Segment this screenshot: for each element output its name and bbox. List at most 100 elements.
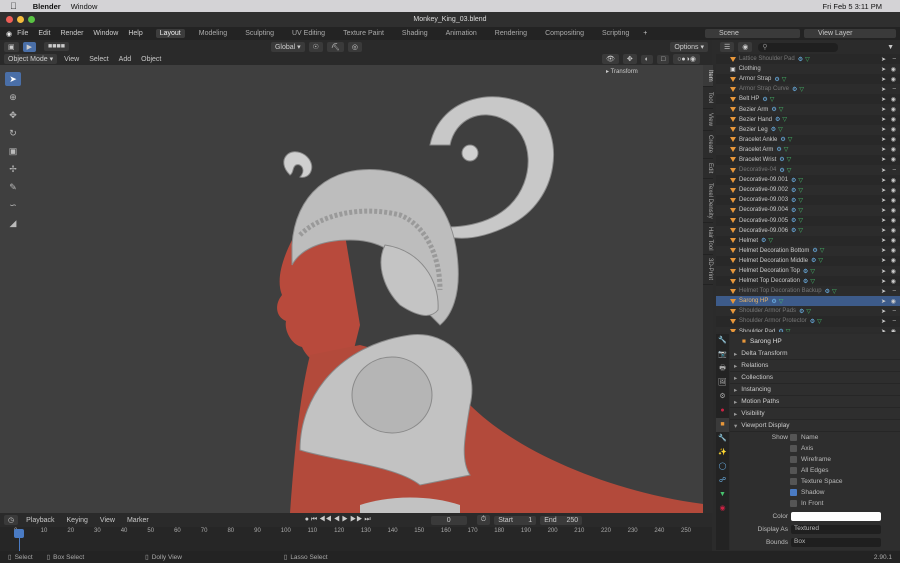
- modifier-icon[interactable]: ⚙: [791, 217, 796, 224]
- scene-properties-icon[interactable]: ⚙: [716, 390, 729, 404]
- viewport-menu-add[interactable]: Add: [119, 56, 131, 63]
- tab-texel-density[interactable]: Texel Density: [703, 179, 713, 223]
- current-frame-field[interactable]: 0: [430, 515, 467, 525]
- modifier-icon[interactable]: ⚙: [776, 146, 781, 153]
- mesh-data-icon[interactable]: ▽: [779, 106, 784, 113]
- tab-view[interactable]: View: [703, 109, 713, 131]
- visibility-eye-icon[interactable]: ◉: [891, 237, 896, 244]
- properties-section[interactable]: ▸ Delta Transform: [730, 348, 900, 360]
- properties-section[interactable]: ▸ Instancing: [730, 384, 900, 396]
- outliner-editor-type-icon[interactable]: ☰: [720, 42, 735, 52]
- modifier-icon[interactable]: ⚙: [771, 106, 776, 113]
- mesh-data-icon[interactable]: ▽: [786, 328, 791, 332]
- visibility-eye-icon[interactable]: ◉: [891, 278, 896, 285]
- tab-animation[interactable]: Animation: [442, 29, 481, 38]
- xray-icon[interactable]: □: [656, 54, 670, 64]
- modifier-icon[interactable]: ⚙: [778, 328, 783, 332]
- selectable-icon[interactable]: ➤: [881, 156, 886, 163]
- mesh-data-icon[interactable]: ▽: [782, 76, 787, 83]
- view-layer-properties-icon[interactable]: 🖼: [716, 376, 729, 390]
- visibility-eye-icon[interactable]: –: [893, 318, 896, 324]
- checkbox[interactable]: [790, 445, 797, 452]
- object-mode-dropdown[interactable]: Object Mode ▾: [4, 54, 58, 64]
- render-properties-icon[interactable]: 📷: [716, 348, 729, 362]
- data-properties-icon[interactable]: ▼: [716, 488, 729, 502]
- object-name-field[interactable]: ■ Sarong HP: [730, 334, 900, 348]
- selectable-icon[interactable]: ➤: [881, 76, 886, 83]
- mesh-data-icon[interactable]: ▽: [779, 298, 784, 305]
- checkbox[interactable]: [790, 478, 797, 485]
- modifier-icon[interactable]: ⚙: [803, 268, 808, 275]
- mesh-data-icon[interactable]: ▽: [810, 268, 815, 275]
- outliner-row[interactable]: ▣ Clothing ➤ ◉: [716, 64, 900, 75]
- viewport-menu-object[interactable]: Object: [141, 56, 161, 63]
- tab-item[interactable]: Item: [703, 65, 713, 87]
- tab-create[interactable]: Create: [703, 131, 713, 159]
- viewport-display-option[interactable]: Texture Space: [790, 476, 900, 487]
- 3d-viewport[interactable]: ▸ Transform: [0, 65, 712, 513]
- mesh-data-icon[interactable]: ▽: [798, 187, 803, 194]
- pivot-point-icon[interactable]: ☉: [308, 41, 323, 52]
- outliner-row[interactable]: Decorative-09.001 ⚙ ▽ ➤ ◉: [716, 175, 900, 185]
- properties-section[interactable]: ▾ Viewport Display: [730, 420, 900, 432]
- tab-3d-print[interactable]: 3D-Print: [703, 255, 713, 285]
- outliner-row[interactable]: Decorative-04 ⚙ ▽ ➤ –: [716, 165, 900, 176]
- outliner-row[interactable]: Shoulder Armor Protector ⚙ ▽ ➤ –: [716, 316, 900, 326]
- mesh-data-icon[interactable]: ▽: [788, 136, 793, 143]
- outliner-row[interactable]: Bezier Hand ⚙ ▽ ➤ ◉: [716, 115, 900, 125]
- visibility-eye-icon[interactable]: ◉: [891, 328, 896, 332]
- outliner-row[interactable]: Helmet ⚙ ▽ ➤ ◉: [716, 236, 900, 246]
- annotate-tool-icon[interactable]: ∽: [5, 198, 21, 212]
- timeline-editor-icon[interactable]: ◷: [4, 515, 19, 525]
- mesh-data-icon[interactable]: ▽: [787, 167, 792, 174]
- blender-logo-icon[interactable]: ◉: [6, 30, 12, 38]
- outliner-row[interactable]: Helmet Top Decoration ⚙ ▽ ➤ ◉: [716, 276, 900, 286]
- mesh-data-icon[interactable]: ▽: [817, 318, 822, 325]
- tab-edit[interactable]: Edit: [703, 159, 713, 179]
- color-swatch[interactable]: [791, 512, 881, 521]
- outliner-row[interactable]: Armor Strap Curve ⚙ ▽ ➤ –: [716, 84, 900, 95]
- checkbox[interactable]: [790, 500, 797, 507]
- modifier-icon[interactable]: ⚙: [762, 96, 767, 103]
- mesh-data-icon[interactable]: ▽: [798, 217, 803, 224]
- outliner-row[interactable]: Decorative-09.006 ⚙ ▽ ➤ ◉: [716, 225, 900, 236]
- selectable-icon[interactable]: ➤: [881, 187, 886, 194]
- selectable-icon[interactable]: ➤: [881, 56, 886, 63]
- modifier-icon[interactable]: ⚙: [811, 257, 816, 264]
- outliner-search-input[interactable]: ⚲: [758, 42, 839, 52]
- modifier-icon[interactable]: ⚙: [803, 278, 808, 285]
- close-window-button[interactable]: [6, 16, 13, 23]
- select-box-tool-icon[interactable]: ➤: [5, 72, 21, 86]
- ruler-tool-icon[interactable]: ◢: [5, 216, 21, 230]
- physics-properties-icon[interactable]: ◯: [716, 460, 729, 474]
- timeline-menu-view[interactable]: View: [100, 517, 115, 524]
- cursor-tool-icon[interactable]: ⊕: [5, 90, 21, 104]
- visibility-eye-icon[interactable]: ◉: [891, 298, 896, 305]
- outliner-row[interactable]: Sarong HP ⚙ ▽ ➤ ◉: [716, 296, 900, 307]
- material-properties-icon[interactable]: ◉: [716, 502, 729, 516]
- tab-tool[interactable]: Tool: [703, 87, 713, 109]
- object-properties-icon[interactable]: ■: [716, 418, 729, 432]
- tab-shading[interactable]: Shading: [398, 29, 432, 38]
- visibility-eye-icon[interactable]: –: [893, 56, 896, 62]
- viewport-display-option[interactable]: Name: [790, 432, 900, 443]
- particle-properties-icon[interactable]: ✨: [716, 446, 729, 460]
- add-workspace-icon[interactable]: +: [643, 30, 647, 37]
- outliner-row[interactable]: Bracelet Ankle ⚙ ▽ ➤ ◉: [716, 135, 900, 145]
- visibility-eye-icon[interactable]: ◉: [891, 66, 896, 73]
- outliner-row[interactable]: Helmet Decoration Top ⚙ ▽ ➤ ◉: [716, 265, 900, 277]
- editor-type-icon[interactable]: ▣: [4, 41, 19, 52]
- menu-help[interactable]: Help: [128, 30, 142, 37]
- selectable-icon[interactable]: ➤: [881, 227, 886, 234]
- zoom-window-button[interactable]: [28, 16, 35, 23]
- view-layer-selector[interactable]: View Layer: [804, 29, 896, 38]
- selectable-icon[interactable]: ➤: [881, 106, 886, 113]
- visibility-eye-icon[interactable]: –: [893, 86, 896, 92]
- modifier-properties-icon[interactable]: 🔧: [716, 432, 729, 446]
- start-frame-field[interactable]: Start 1: [494, 515, 537, 525]
- playback-controls[interactable]: ● ⏮ ◀◀ ◀ ▶ ▶▶ ⏭: [305, 516, 371, 524]
- mesh-data-icon[interactable]: ▽: [818, 257, 823, 264]
- checkbox[interactable]: [790, 456, 797, 463]
- mesh-data-icon[interactable]: ▽: [787, 156, 792, 163]
- visibility-eye-icon[interactable]: ◉: [891, 116, 896, 123]
